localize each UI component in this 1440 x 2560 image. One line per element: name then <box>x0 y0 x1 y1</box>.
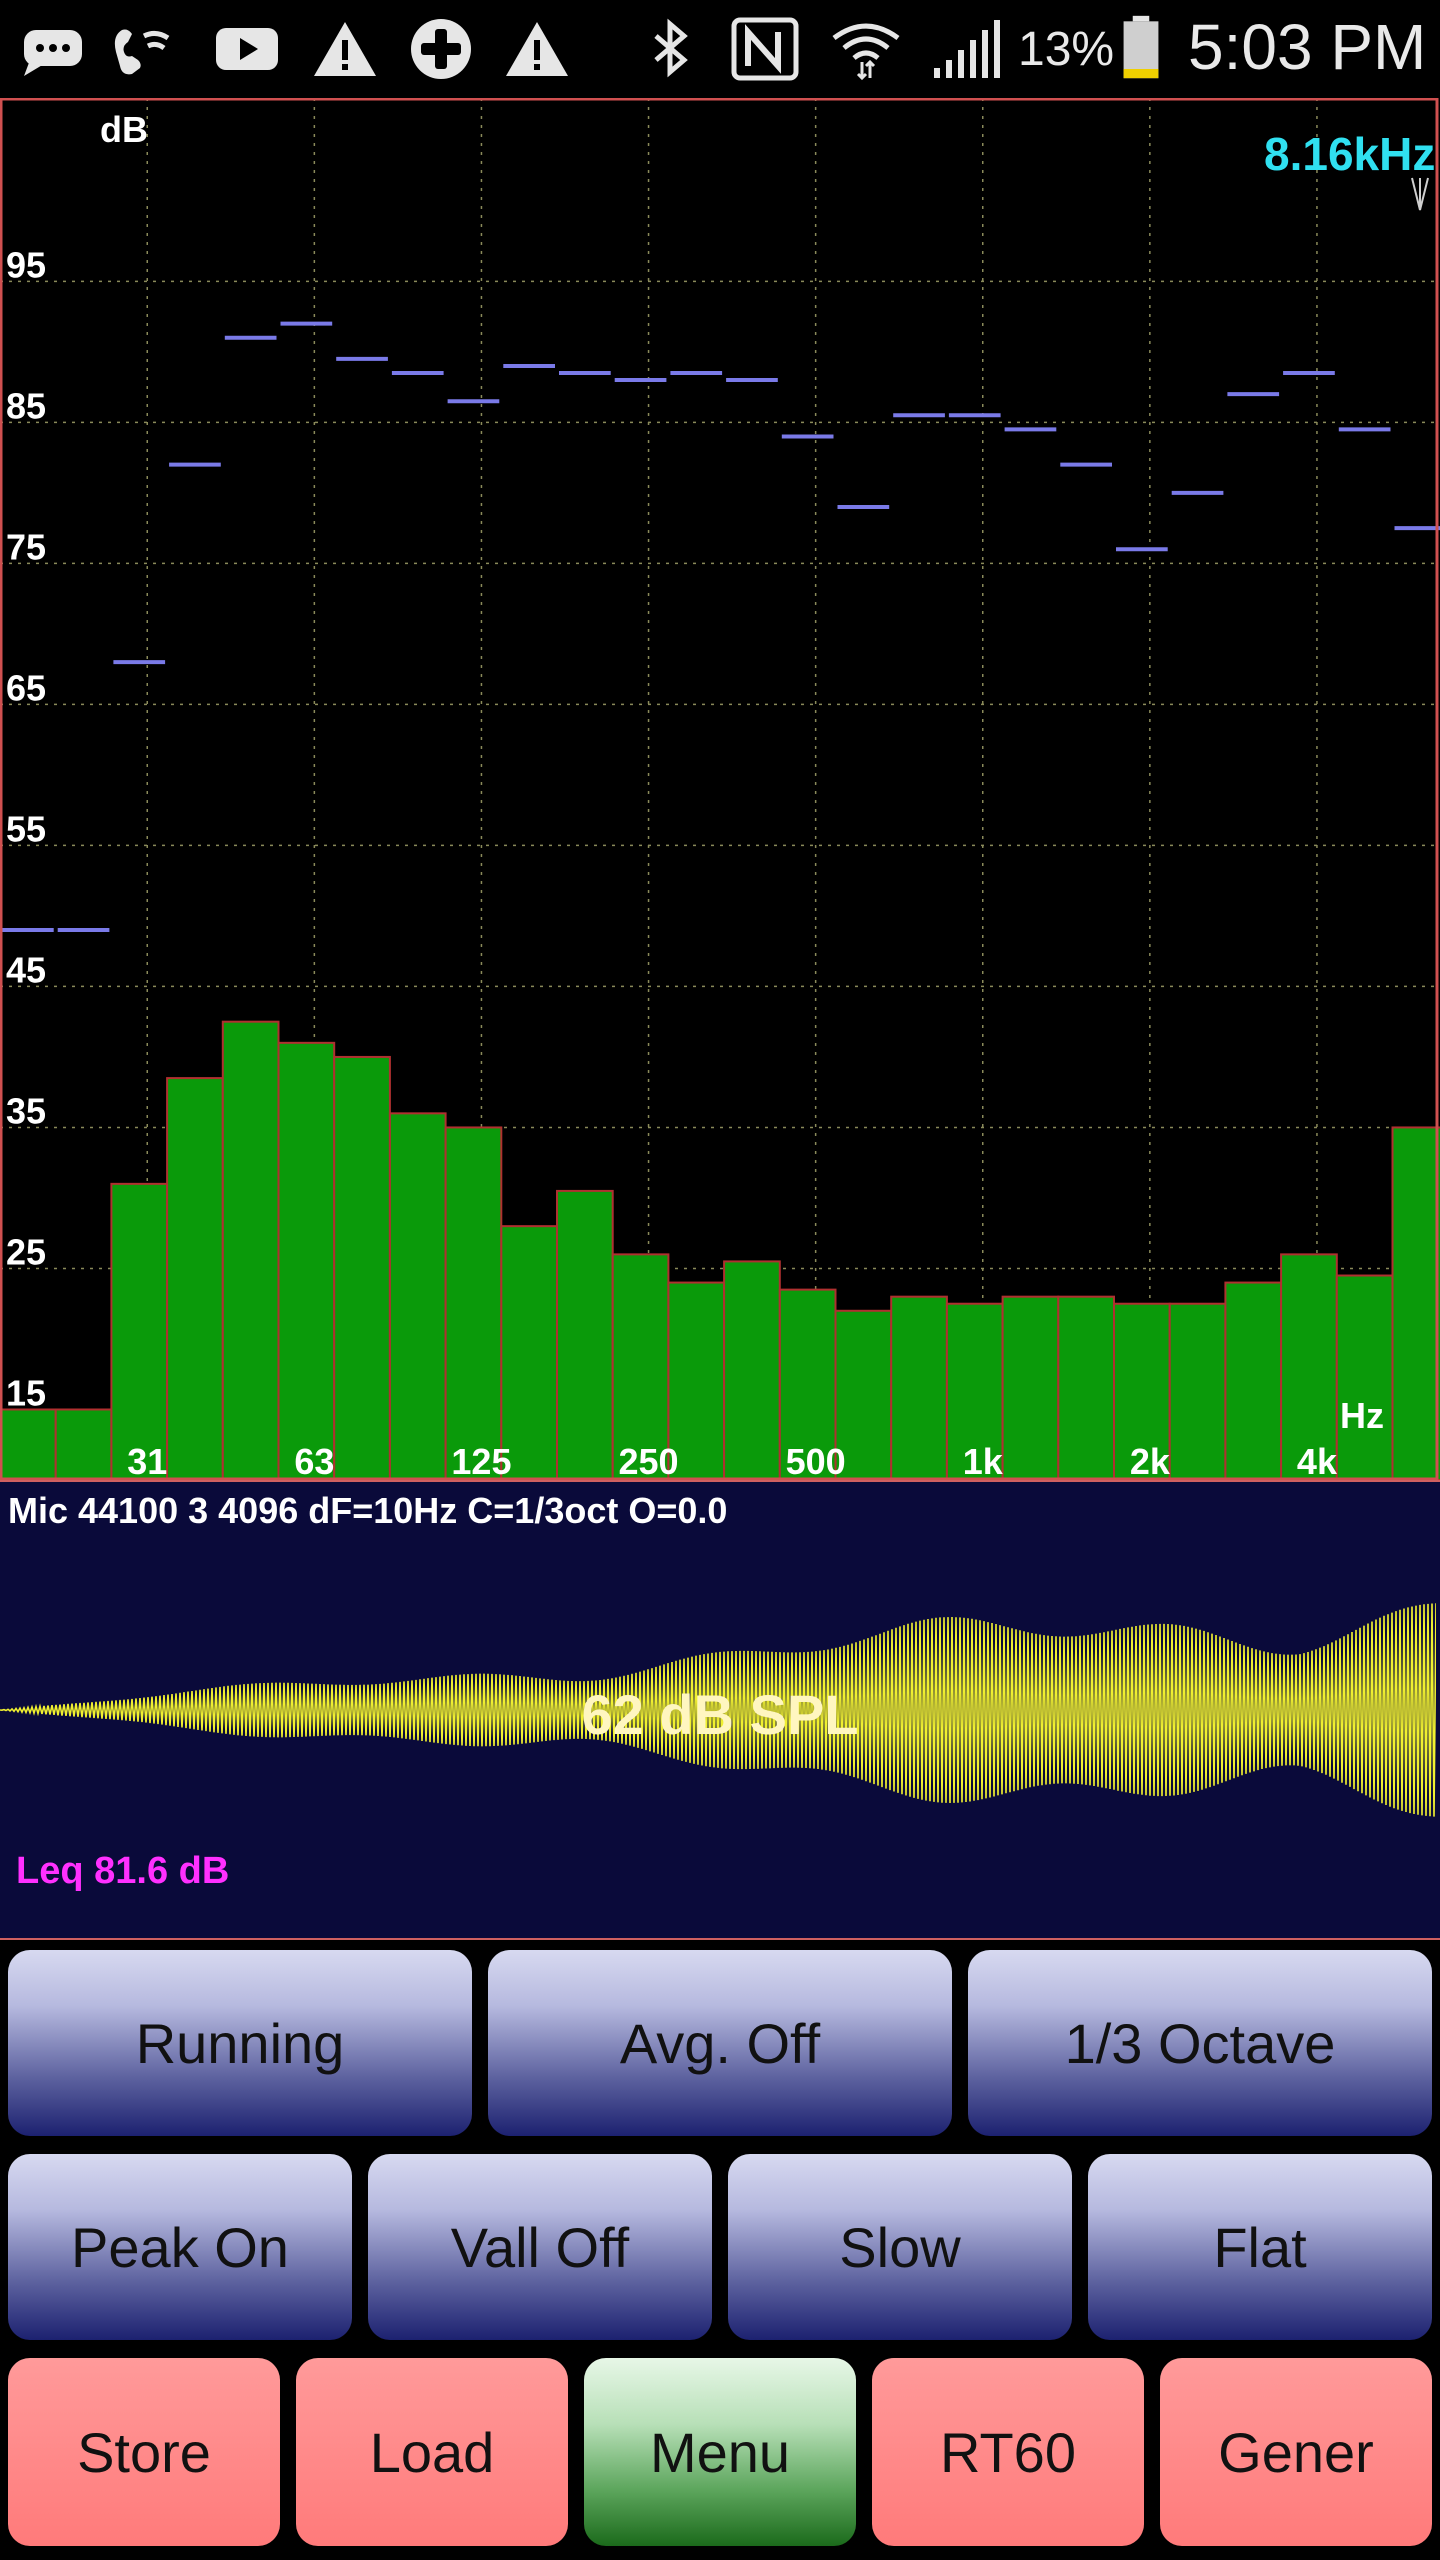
peak-on-button[interactable]: Peak On <box>8 2154 352 2340</box>
spectrum-bar <box>1001 1295 1060 1480</box>
y-tick-label: 75 <box>6 526 46 567</box>
octave-button[interactable]: 1/3 Octave <box>968 1950 1432 2136</box>
spectrum-bar <box>166 1077 224 1480</box>
spectrum-bar <box>1057 1295 1116 1480</box>
avg-off-button[interactable]: Avg. Off <box>488 1950 952 2136</box>
waveform-panel: Mic 44100 3 4096 dF=10Hz C=1/3oct O=0.0 … <box>0 1480 1440 1940</box>
x-tick-label: 500 <box>786 1441 846 1480</box>
x-tick-label: 31 <box>127 1441 167 1480</box>
vall-off-button[interactable]: Vall Off <box>368 2154 712 2340</box>
y-tick-label: 95 <box>6 244 46 285</box>
audio-config-info: Mic 44100 3 4096 dF=10Hz C=1/3oct O=0.0 <box>8 1490 728 1531</box>
spectrum-bar <box>1224 1281 1283 1480</box>
warning-icon <box>506 22 568 76</box>
spectrum-bar <box>54 1408 113 1480</box>
spectrum-bar <box>444 1126 503 1480</box>
x-tick-label: 1k <box>963 1441 1004 1480</box>
wifi-calling-icon <box>114 29 170 75</box>
wifi-icon <box>832 23 900 81</box>
y-tick-label: 45 <box>6 949 46 990</box>
y-tick-label: 15 <box>6 1372 46 1413</box>
status-bar: 13% 5:03 PM <box>0 0 1440 98</box>
y-tick-label: 55 <box>6 808 46 849</box>
spectrum-bar <box>890 1295 948 1480</box>
cursor-frequency: 8.16kHz <box>1264 128 1435 180</box>
spectrum-bar <box>1391 1126 1440 1480</box>
slow-button[interactable]: Slow <box>728 2154 1072 2340</box>
y-axis-unit: dB <box>100 109 148 150</box>
chat-icon <box>24 30 82 76</box>
spectrum-analyzer[interactable]: 95 85 75 65 55 45 35 25 15 31 63 125 250 500 1k 2k 4k dB… <box>0 98 1440 1480</box>
warning-icon <box>314 22 376 76</box>
leq-readout: Leq 81.6 dB <box>16 1850 230 1892</box>
load-button[interactable]: Load <box>296 2358 568 2546</box>
signal-icon <box>934 20 1000 78</box>
y-tick-label: 35 <box>6 1090 46 1131</box>
spectrum-bar <box>1335 1274 1394 1480</box>
spectrum-bar <box>388 1112 447 1480</box>
y-tick-label: 65 <box>6 667 46 708</box>
clock: 5:03 PM <box>1188 11 1427 83</box>
battery-icon <box>1123 15 1159 79</box>
x-tick-label: 250 <box>619 1441 679 1480</box>
y-tick-label: 25 <box>6 1231 46 1272</box>
spectrum-bar <box>333 1055 391 1480</box>
youtube-icon <box>216 28 278 70</box>
spectrum-bar <box>723 1260 781 1480</box>
x-axis-unit: Hz <box>1340 1395 1384 1436</box>
x-tick-label: 4k <box>1297 1441 1338 1480</box>
spectrum-bar <box>1168 1302 1227 1480</box>
spectrum-bar <box>556 1189 614 1480</box>
running-button[interactable]: Running <box>8 1950 472 2136</box>
spectrum-bar <box>110 1182 169 1480</box>
y-tick-label: 85 <box>6 385 46 426</box>
spectrum-bar <box>221 1020 280 1480</box>
spl-readout: 62 dB SPL <box>581 1683 859 1746</box>
generator-button[interactable]: Gener <box>1160 2358 1432 2546</box>
battery-percent: 13% <box>1018 23 1115 76</box>
spectrum-bar <box>0 1408 57 1480</box>
rt60-button[interactable]: RT60 <box>872 2358 1144 2546</box>
store-button[interactable]: Store <box>8 2358 280 2546</box>
plus-app-icon <box>411 19 471 79</box>
flat-button[interactable]: Flat <box>1088 2154 1432 2340</box>
nfc-icon <box>731 17 799 81</box>
spectrum-chart: 95 85 75 65 55 45 35 25 15 31 63 125 250 500 1k 2k 4k dB… <box>0 98 1440 1480</box>
x-tick-label: 2k <box>1130 1441 1171 1480</box>
x-tick-label: 63 <box>294 1441 334 1480</box>
spectrum-bar <box>277 1041 336 1480</box>
bluetooth-icon <box>654 18 688 78</box>
x-tick-label: 125 <box>451 1441 511 1480</box>
menu-button[interactable]: Menu <box>584 2358 856 2546</box>
